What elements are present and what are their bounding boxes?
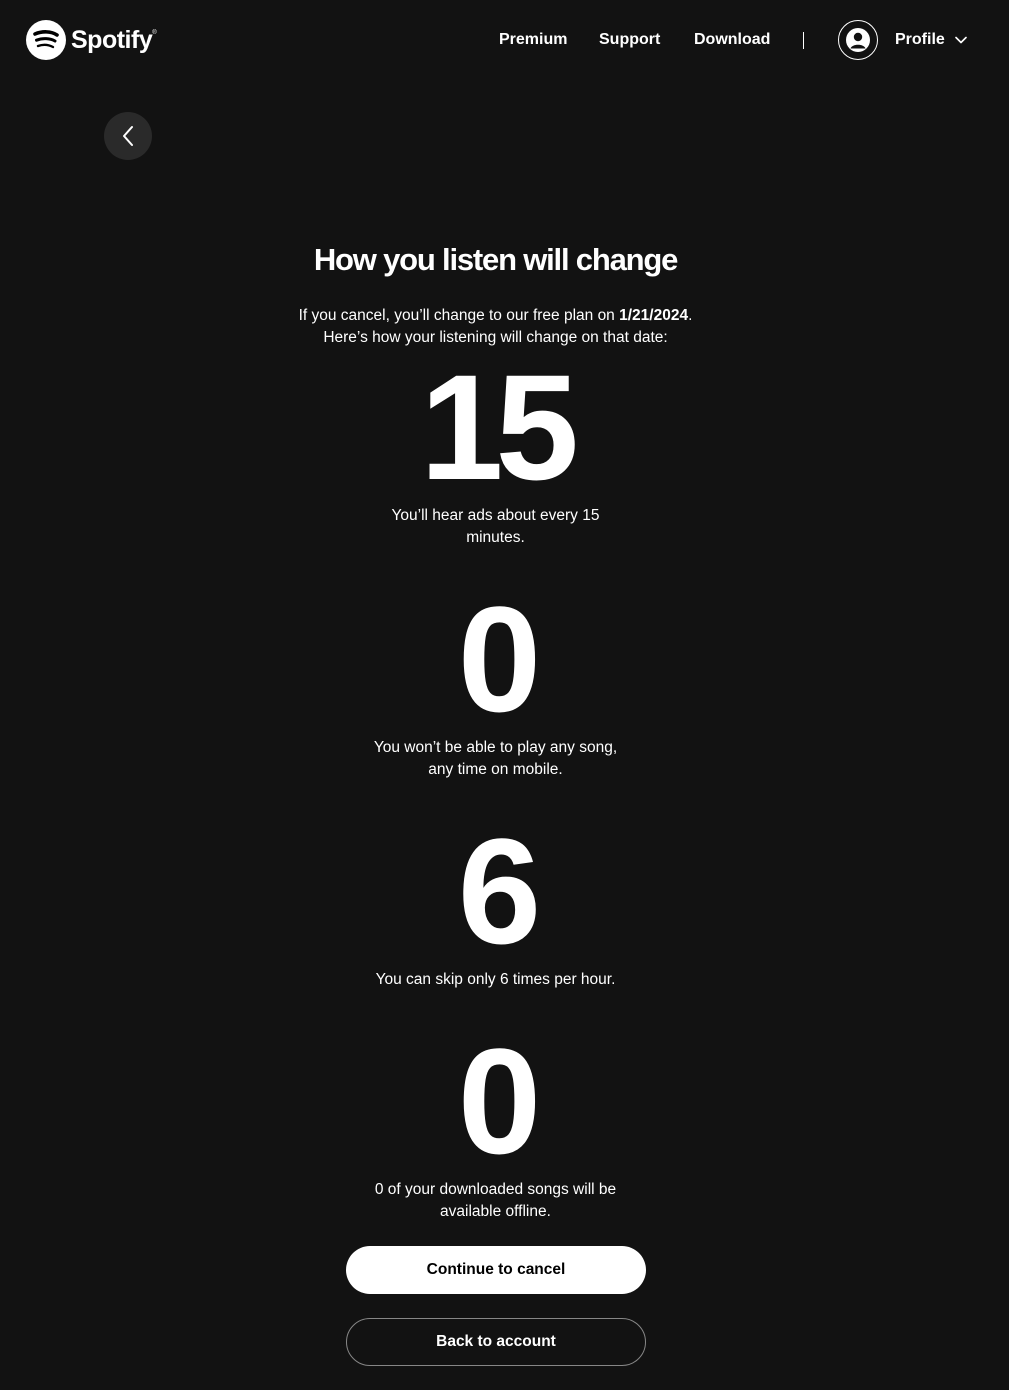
avatar — [838, 20, 878, 60]
stat-ads-description: You’ll hear ads about every 15 minutes. — [391, 507, 600, 546]
profile-label: Profile — [895, 31, 945, 48]
chevron-down-icon — [954, 36, 967, 44]
user-icon — [846, 28, 870, 52]
intro-suffix: . — [688, 307, 693, 324]
spotify-logo[interactable]: Spotify® — [26, 20, 157, 60]
stat-mobile-value: 0 — [457, 575, 541, 743]
nav-premium-link[interactable]: Premium — [499, 31, 567, 49]
stat-offline-description: 0 of your downloaded songs will be avail… — [374, 1181, 617, 1220]
top-bar: Spotify® Premium Support Download Profil… — [0, 0, 1009, 80]
stat-ads-value: 15 — [420, 343, 579, 511]
spotify-logo-icon — [26, 20, 66, 60]
nav-download-link[interactable]: Download — [694, 31, 770, 49]
chevron-left-icon — [121, 125, 135, 147]
plan-change-date: 1/21/2024 — [619, 307, 689, 324]
stat-offline-text: 0 of your downloaded songs will be avail… — [0, 1179, 991, 1223]
page-title: How you listen will change — [313, 242, 678, 277]
stat-mobile-text: You won’t be able to play any song, any … — [0, 737, 991, 781]
stat-skips-description: You can skip only 6 times per hour. — [375, 971, 616, 988]
profile-menu-button[interactable]: Profile — [838, 20, 967, 60]
stat-skips-text: You can skip only 6 times per hour. — [0, 969, 991, 991]
nav-divider — [803, 32, 804, 49]
brand-wordmark: Spotify® — [71, 25, 157, 54]
back-to-account-button[interactable]: Back to account — [346, 1318, 646, 1366]
back-button[interactable] — [104, 112, 152, 160]
continue-to-cancel-button[interactable]: Continue to cancel — [346, 1246, 646, 1294]
stat-ads-text: You’ll hear ads about every 15 minutes. — [0, 505, 991, 549]
stat-offline-value: 0 — [457, 1017, 541, 1185]
intro-prefix: If you cancel, you’ll change to our free… — [298, 307, 620, 324]
nav-support-link[interactable]: Support — [599, 31, 660, 49]
stat-skips-value: 6 — [457, 807, 541, 975]
stat-mobile-description: You won’t be able to play any song, any … — [373, 739, 618, 778]
